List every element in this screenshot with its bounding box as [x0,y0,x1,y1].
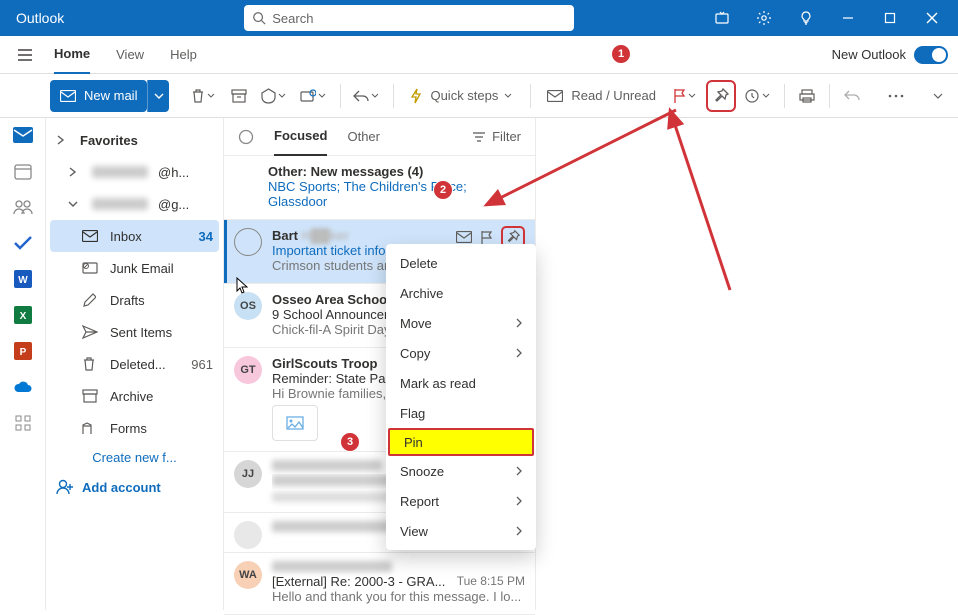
rail-todo-icon[interactable] [12,232,34,254]
message-item-5[interactable]: WA [External] Re: 2000-3 - GRA...Tue 8:1… [224,553,535,615]
folder-sent[interactable]: Sent Items [50,316,219,348]
tab-home[interactable]: Home [54,36,90,74]
search-icon [252,11,266,25]
new-outlook-toggle[interactable]: New Outlook [832,46,948,64]
tab-focused[interactable]: Focused [274,118,327,156]
add-account-button[interactable]: Add account [50,471,219,503]
annotation-arrow-2 [650,100,750,300]
tips-icon[interactable] [794,6,818,30]
account-2[interactable]: @g... [50,188,219,220]
app-title: Outlook [16,10,64,26]
ctx-flag[interactable]: Flag [386,398,536,428]
ctx-move[interactable]: Move [386,308,536,338]
gear-icon[interactable] [752,6,776,30]
rail-mail-icon[interactable] [12,124,34,146]
ctx-copy[interactable]: Copy [386,338,536,368]
maximize-button[interactable] [878,6,902,30]
rail-excel-icon[interactable]: X [12,304,34,326]
avatar: GT [234,356,262,384]
read-unread-label: Read / Unread [571,88,656,103]
new-mail-label: New mail [84,88,137,103]
tab-bar: Home View Help New Outlook [0,36,958,74]
new-mail-dropdown[interactable] [147,80,169,112]
new-outlook-label: New Outlook [832,47,906,62]
svg-text:W: W [18,275,28,286]
delete-button[interactable] [187,80,221,112]
report-button[interactable] [257,80,292,112]
annotation-badge-2: 2 [433,180,453,200]
tab-other[interactable]: Other [347,129,380,144]
rail-word-icon[interactable]: W [12,268,34,290]
archive-button[interactable] [225,80,253,112]
svg-text:X: X [19,311,26,322]
close-button[interactable] [920,6,944,30]
rail-more-apps-icon[interactable] [12,412,34,434]
select-all-icon[interactable] [238,129,254,145]
folder-junk[interactable]: Junk Email [50,252,219,284]
folder-forms[interactable]: Forms [50,412,219,444]
search-placeholder: Search [272,11,313,26]
undo-button[interactable] [838,80,866,112]
more-button[interactable] [882,80,910,112]
favorites-header[interactable]: Favorites [50,124,219,156]
rail-powerpoint-icon[interactable]: P [12,340,34,362]
folder-pane: Favorites @h... @g... Inbox34 Junk Email… [46,118,224,610]
ctx-mark-read[interactable]: Mark as read [386,368,536,398]
avatar: OS [234,292,262,320]
ctx-delete[interactable]: Delete [386,248,536,278]
reply-button[interactable] [349,80,385,112]
new-mail-button[interactable]: New mail [50,80,147,112]
ctx-pin[interactable]: Pin [388,428,534,456]
avatar [234,521,262,549]
rail-onedrive-icon[interactable] [12,376,34,398]
minimize-button[interactable] [836,6,860,30]
rail-calendar-icon[interactable] [12,160,34,182]
print-button[interactable] [793,80,821,112]
create-folder-link[interactable]: Create new f... [50,444,219,471]
title-bar: Outlook Search [0,0,958,36]
ctx-view[interactable]: View [386,516,536,546]
avatar: JJ [234,460,262,488]
hamburger-button[interactable] [0,48,50,62]
folder-deleted[interactable]: Deleted...961 [50,348,219,380]
select-circle[interactable] [234,228,262,256]
rail-people-icon[interactable] [12,196,34,218]
folder-archive[interactable]: Archive [50,380,219,412]
tab-help[interactable]: Help [170,36,197,74]
search-input[interactable]: Search [244,5,574,31]
svg-text:P: P [19,347,26,358]
ctx-snooze[interactable]: Snooze [386,456,536,486]
ribbon-expand[interactable] [924,80,952,112]
annotation-badge-1: 1 [611,44,631,64]
ctx-archive[interactable]: Archive [386,278,536,308]
coming-soon-icon[interactable] [710,6,734,30]
mark-read-icon[interactable] [456,231,472,243]
quick-steps-label: Quick steps [430,88,498,103]
account-1[interactable]: @h... [50,156,219,188]
attachment-thumbnail[interactable] [272,405,318,441]
context-menu: Delete Archive Move Copy Mark as read Fl… [386,244,536,550]
folder-drafts[interactable]: Drafts [50,284,219,316]
ctx-report[interactable]: Report [386,486,536,516]
mail-icon [60,90,76,102]
avatar: WA [234,561,262,589]
toggle-switch[interactable] [914,46,948,64]
sweep-button[interactable] [296,80,332,112]
flag-icon[interactable] [480,230,493,245]
app-rail: W X P [0,118,46,610]
annotation-badge-3: 3 [340,432,360,452]
folder-inbox[interactable]: Inbox34 [50,220,219,252]
tab-view[interactable]: View [116,36,144,74]
